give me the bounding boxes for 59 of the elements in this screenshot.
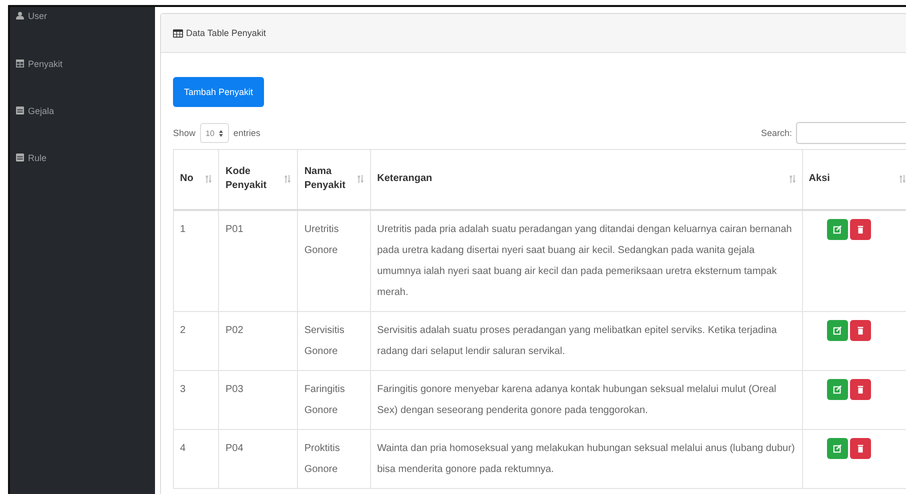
trash-icon xyxy=(856,224,865,234)
table-cell: P01 xyxy=(225,224,244,234)
updown-icon xyxy=(219,130,224,136)
edit-icon xyxy=(832,224,842,234)
add-button[interactable]: Tambah Penyakit xyxy=(173,77,264,107)
show-label: Show xyxy=(173,128,196,138)
table-cell: P04 xyxy=(225,442,244,454)
table-cell: Uretritis pada pria adalah suatu peradangan yang ditandai dengan keluarnya cairan bernanah pada uretra kadang disertai nyeri saat buang air kecil. Sedangkan pada wanita gejala umumnya ialah nyeri saat buang air kecil dan pada pemeriksaan uretra eksternum tampak merah. xyxy=(377,224,792,298)
edit-button[interactable] xyxy=(826,378,848,400)
table-cell: 2 xyxy=(180,324,186,336)
table-cell: 4 xyxy=(180,442,186,454)
sort-icon xyxy=(284,175,292,184)
trash-icon xyxy=(856,326,865,334)
edit-button[interactable] xyxy=(826,320,848,340)
sort-icon xyxy=(357,175,364,184)
delete-button[interactable] xyxy=(850,320,871,340)
table-cell: Servisitis adalah suatu proses peradangan yang melibatkan epitel serviks. Ketika terjadina radang dari selaput lendir saluran servikal. xyxy=(377,324,777,356)
table-cell: Servisitis Gonore xyxy=(304,324,344,356)
table-cell: 1 xyxy=(180,224,186,234)
column-header[interactable]: Keterangan xyxy=(370,150,802,210)
sidebar-item[interactable]: Rule xyxy=(10,151,155,198)
sidebar-item[interactable]: User xyxy=(10,9,155,57)
sidebar-item[interactable]: Gejala xyxy=(10,104,155,151)
list-icon xyxy=(16,106,24,115)
search-field[interactable] xyxy=(796,122,906,144)
table-cell: P03 xyxy=(225,384,244,394)
entries-label: entries xyxy=(233,128,260,138)
table-cell: Faringitis Gonore xyxy=(304,384,345,416)
table-icon xyxy=(173,28,183,38)
sort-icon xyxy=(205,175,212,184)
delete-button[interactable] xyxy=(850,378,871,400)
table-cell: Uretritis Gonore xyxy=(304,224,339,256)
edit-icon xyxy=(832,384,842,394)
sort-icon xyxy=(899,175,906,184)
sort-icon xyxy=(788,175,796,184)
table-icon xyxy=(16,59,24,68)
list-icon xyxy=(16,153,24,162)
search-label: Search: xyxy=(760,128,792,138)
table-cell: 3 xyxy=(180,384,186,394)
entries-select[interactable]: 10 xyxy=(200,123,230,143)
delete-button[interactable] xyxy=(850,438,871,458)
column-header[interactable]: No xyxy=(174,150,219,210)
sidebar-item[interactable]: Penyakit xyxy=(10,57,155,104)
table-cell: Wainta dan pria homoseksual yang melakukan hubungan seksual melalui anus (lubang dubur) bisa menderita gonore pada rektumnya. xyxy=(377,442,795,474)
edit-button[interactable] xyxy=(826,218,848,240)
column-header[interactable]: Kode Penyakit xyxy=(218,150,298,210)
trash-icon xyxy=(856,384,865,394)
delete-button[interactable] xyxy=(850,218,871,240)
table-cell: Proktitis Gonore xyxy=(304,442,340,474)
column-header[interactable]: Nama Penyakit xyxy=(298,150,371,210)
trash-icon xyxy=(856,444,865,452)
edit-icon xyxy=(832,326,842,334)
card-title: Data Table Penyakit xyxy=(186,28,266,38)
column-header[interactable]: Aksi xyxy=(802,150,906,210)
edit-icon xyxy=(832,444,842,452)
user-icon xyxy=(16,11,24,20)
table-cell: Faringitis gonore menyebar karena adanya kontak hubungan seksual melalui mulut (Oreal Sex) dengan seseorang penderita gonore pada tenggorokan. xyxy=(377,384,776,416)
edit-button[interactable] xyxy=(826,438,848,458)
table-cell: P02 xyxy=(225,324,244,336)
